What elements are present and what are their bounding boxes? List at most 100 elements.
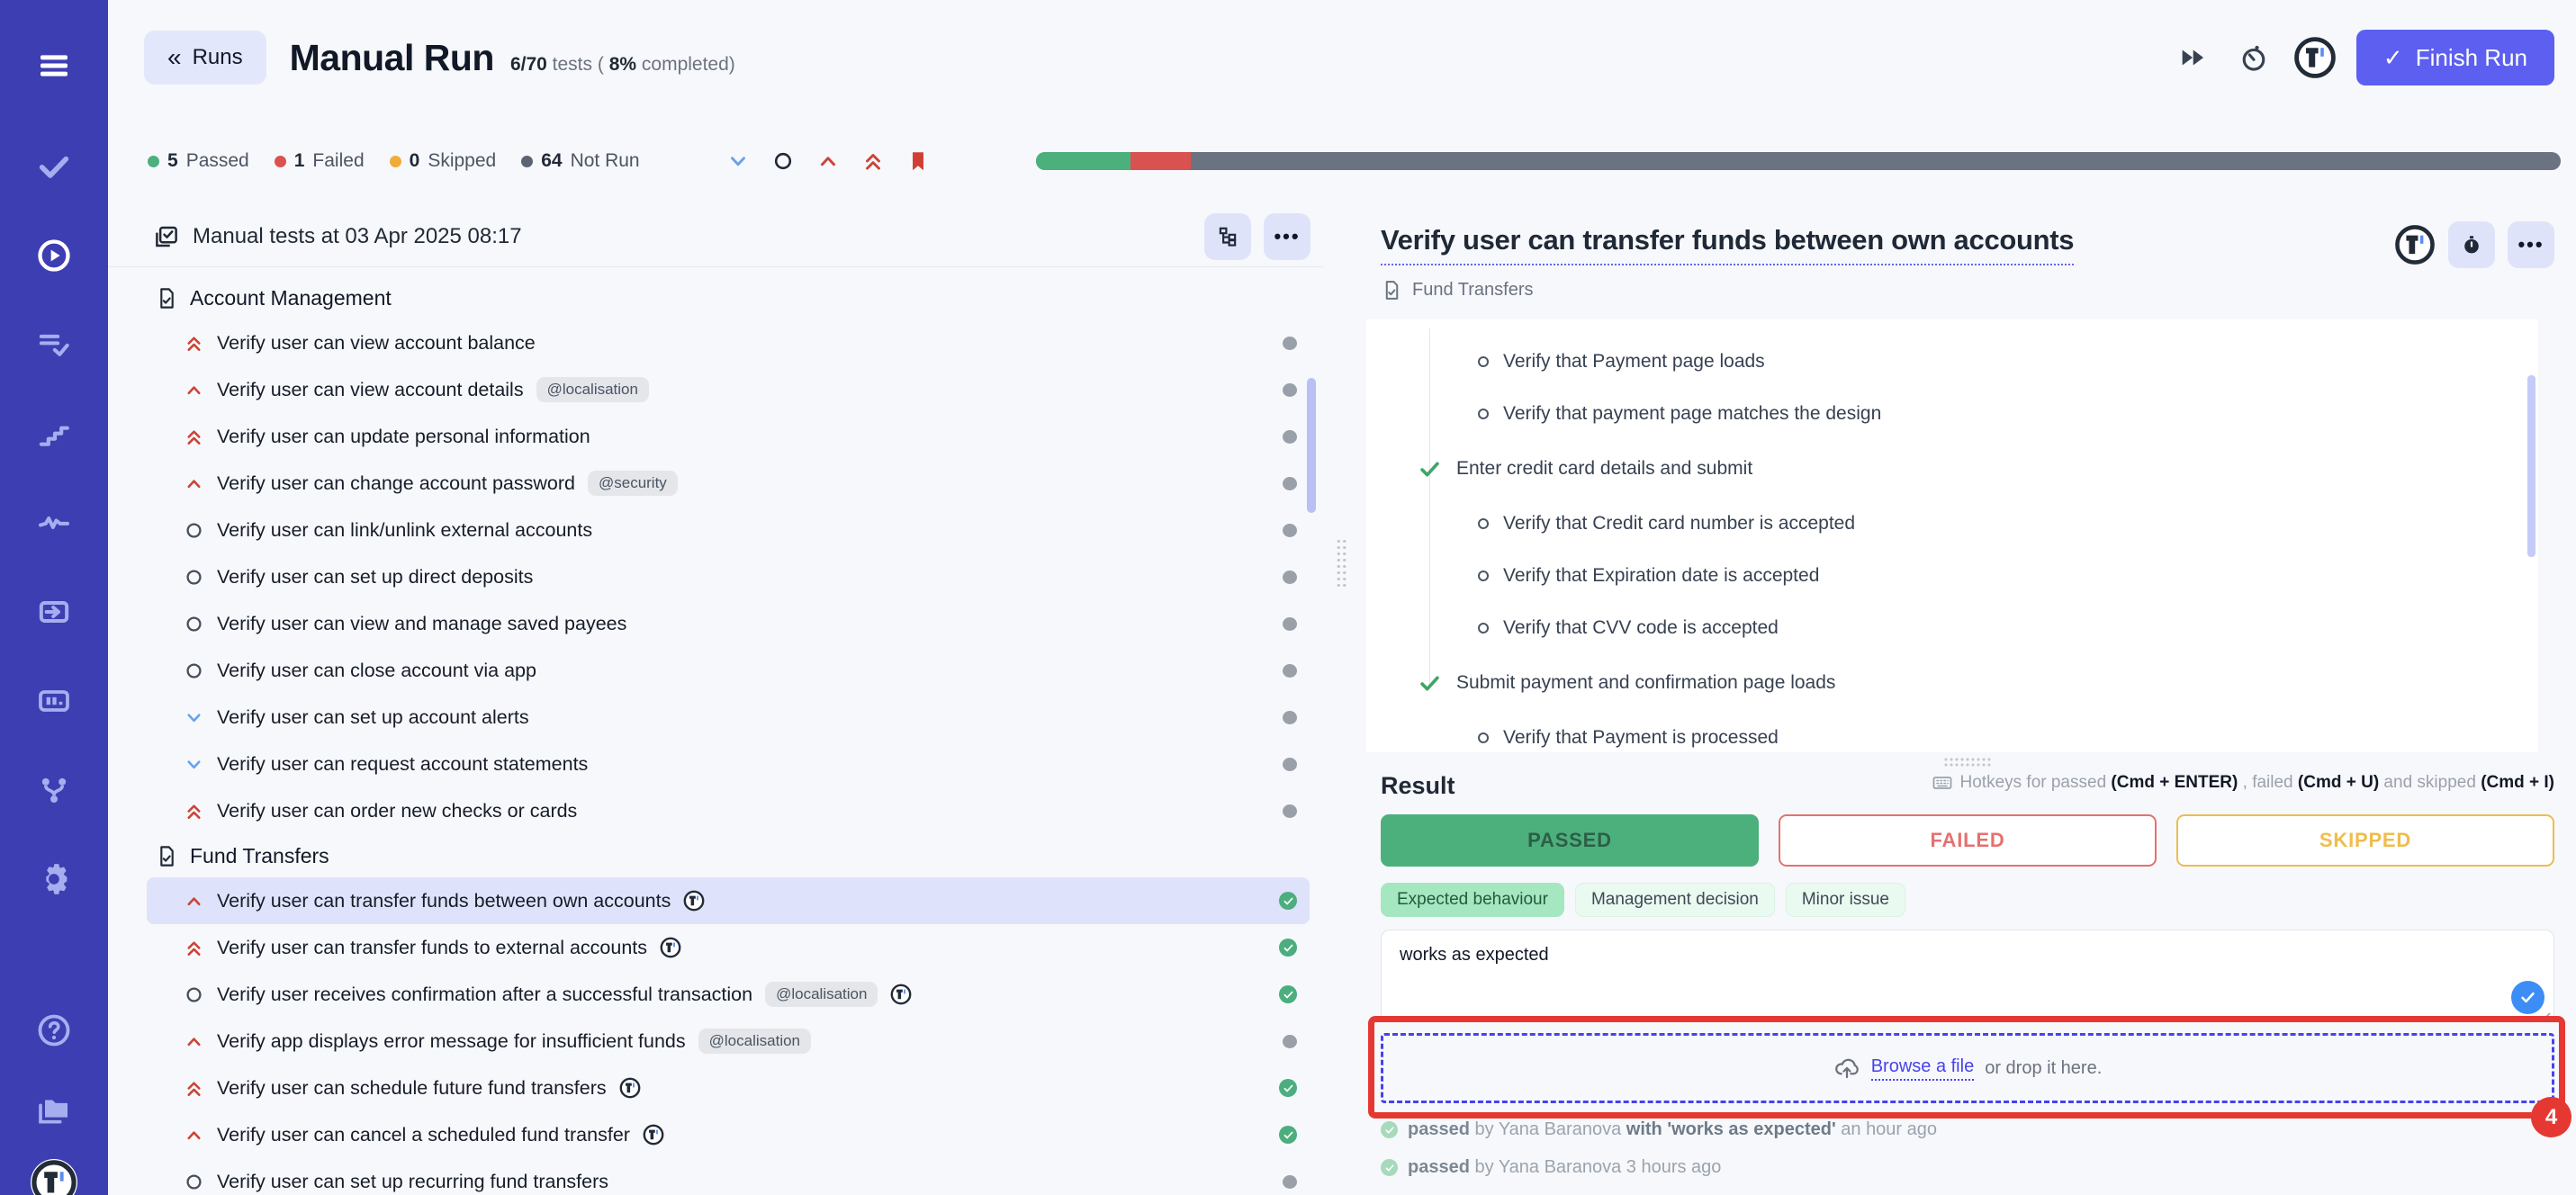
resize-corner-icon[interactable] bbox=[2538, 1008, 2551, 1020]
help-icon[interactable] bbox=[33, 1010, 75, 1051]
reports-icon[interactable] bbox=[33, 680, 75, 722]
menu-icon[interactable] bbox=[33, 45, 75, 86]
submit-comment-button[interactable] bbox=[2511, 981, 2544, 1014]
status-notrun-icon bbox=[1283, 383, 1297, 397]
list-more-button[interactable]: ••• bbox=[1264, 213, 1311, 260]
test-row-selected[interactable]: Verify user can transfer funds between o… bbox=[147, 877, 1310, 924]
filter-priority-high-icon[interactable] bbox=[816, 149, 840, 173]
run-progress-bar bbox=[1036, 152, 2561, 170]
history-entry: passed by Yana Baranova with 'works as e… bbox=[1381, 1119, 2554, 1140]
priority-highest-icon bbox=[184, 333, 204, 354]
priority-normal-icon bbox=[184, 1172, 204, 1192]
test-row[interactable]: Verify user can update personal informat… bbox=[147, 413, 1310, 460]
step-passed[interactable]: Enter credit card details and submit bbox=[1366, 440, 2538, 498]
test-row[interactable]: Verify user can link/unlink external acc… bbox=[147, 507, 1310, 553]
test-row[interactable]: Verify user can cancel a scheduled fund … bbox=[147, 1111, 1310, 1158]
panel-resize-handle[interactable] bbox=[1336, 538, 1347, 589]
filter-priority-low-icon[interactable] bbox=[726, 149, 750, 173]
tests-icon[interactable] bbox=[33, 146, 75, 187]
milestones-icon[interactable] bbox=[33, 413, 75, 454]
import-icon[interactable] bbox=[33, 591, 75, 633]
keyboard-icon bbox=[1932, 772, 1953, 794]
tree-view-button[interactable] bbox=[1204, 213, 1251, 260]
test-row[interactable]: Verify user can view account balance bbox=[147, 319, 1310, 366]
testomat-logo-icon bbox=[660, 937, 681, 958]
finish-run-button[interactable]: ✓ Finish Run bbox=[2356, 30, 2554, 85]
test-row[interactable]: Verify user can view and manage saved pa… bbox=[147, 600, 1310, 647]
fast-forward-icon[interactable] bbox=[2173, 38, 2212, 77]
status-notrun-icon bbox=[1283, 1175, 1297, 1189]
testomat-logo-icon[interactable] bbox=[31, 1159, 77, 1195]
annotation-badge: 4 bbox=[2531, 1097, 2571, 1137]
test-row[interactable]: Verify user can transfer funds to extern… bbox=[147, 924, 1310, 971]
test-plans-icon[interactable] bbox=[33, 324, 75, 365]
suite-header-fund-transfers[interactable]: Fund Transfers bbox=[147, 834, 1310, 877]
status-notrun-icon bbox=[1283, 571, 1297, 584]
projects-folder-icon[interactable] bbox=[33, 1091, 75, 1132]
app-sidebar bbox=[0, 0, 108, 1195]
substep-circle-icon bbox=[1478, 356, 1489, 367]
test-row[interactable]: Verify user can order new checks or card… bbox=[147, 787, 1310, 834]
testomat-logo-icon bbox=[643, 1124, 664, 1146]
step-substep[interactable]: Verify that Credit card number is accept… bbox=[1366, 498, 2538, 550]
steps-resize-handle[interactable] bbox=[1943, 757, 1992, 768]
status-notrun-icon bbox=[1283, 430, 1297, 444]
status-notrun-icon bbox=[1283, 758, 1297, 771]
analytics-pulse-icon[interactable] bbox=[33, 502, 75, 544]
file-dropzone[interactable]: Browse a file or drop it here. bbox=[1381, 1033, 2554, 1103]
back-to-runs-button[interactable]: « Runs bbox=[144, 31, 266, 85]
priority-high-icon bbox=[184, 380, 204, 400]
status-passed-icon bbox=[1279, 939, 1297, 957]
suite-header-account-management[interactable]: Account Management bbox=[147, 276, 1310, 319]
status-notrun-icon bbox=[1283, 1035, 1297, 1048]
step-check-icon bbox=[1418, 457, 1442, 481]
detail-more-button[interactable]: ••• bbox=[2508, 221, 2554, 268]
test-row[interactable]: Verify user can close account via app bbox=[147, 647, 1310, 694]
list-scrollbar[interactable] bbox=[1307, 378, 1316, 513]
tag-expected-behaviour[interactable]: Expected behaviour bbox=[1381, 883, 1564, 917]
test-row[interactable]: Verify user can set up account alerts bbox=[147, 694, 1310, 741]
suite-breadcrumb[interactable]: Fund Transfers bbox=[1381, 279, 2554, 301]
comment-input[interactable]: works as expected bbox=[1382, 930, 2553, 1021]
priority-low-icon bbox=[184, 754, 204, 775]
suite-file-icon bbox=[155, 844, 179, 868]
tag-management-decision[interactable]: Management decision bbox=[1575, 883, 1775, 917]
timer-button[interactable] bbox=[2448, 221, 2495, 268]
result-heading: Result bbox=[1381, 772, 1455, 800]
failed-button[interactable]: FAILED bbox=[1779, 814, 2157, 867]
test-row[interactable]: Verify app displays error message for in… bbox=[147, 1018, 1310, 1065]
filter-bookmark-icon[interactable] bbox=[906, 149, 930, 173]
step-substep[interactable]: Verify that Payment is processed bbox=[1366, 712, 2538, 752]
filter-priority-highest-icon[interactable] bbox=[861, 149, 885, 173]
tag-minor-issue[interactable]: Minor issue bbox=[1786, 883, 1905, 917]
step-substep[interactable]: Verify that payment page matches the des… bbox=[1366, 388, 2538, 440]
page-title: Manual Run bbox=[290, 37, 494, 79]
branches-icon[interactable] bbox=[33, 769, 75, 811]
test-detail-title[interactable]: Verify user can transfer funds between o… bbox=[1381, 224, 2074, 265]
priority-low-icon bbox=[184, 707, 204, 728]
test-row[interactable]: Verify user can set up direct deposits bbox=[147, 553, 1310, 600]
settings-gear-icon[interactable] bbox=[33, 858, 75, 900]
test-row[interactable]: Verify user can schedule future fund tra… bbox=[147, 1065, 1310, 1111]
suite-file-icon bbox=[155, 286, 179, 310]
step-substep[interactable]: Verify that Payment page loads bbox=[1366, 336, 2538, 388]
skipped-button[interactable]: SKIPPED bbox=[2176, 814, 2554, 867]
test-row[interactable]: Verify user can request account statemen… bbox=[147, 741, 1310, 787]
timer-icon[interactable] bbox=[2234, 38, 2274, 77]
browse-file-link[interactable]: Browse a file bbox=[1871, 1056, 1975, 1081]
priority-high-icon bbox=[184, 1031, 204, 1052]
runs-icon[interactable] bbox=[33, 235, 75, 276]
passed-dot-icon bbox=[148, 156, 159, 167]
step-substep[interactable]: Verify that Expiration date is accepted bbox=[1366, 550, 2538, 602]
attachment-upload-area: Browse a file or drop it here. 4 bbox=[1381, 1033, 2554, 1103]
test-row[interactable]: Verify user can set up recurring fund tr… bbox=[147, 1158, 1310, 1195]
passed-button[interactable]: PASSED bbox=[1381, 814, 1759, 867]
test-tag: @localisation bbox=[698, 1029, 811, 1054]
step-substep[interactable]: Verify that CVV code is accepted bbox=[1366, 602, 2538, 654]
filter-priority-normal-icon[interactable] bbox=[771, 149, 795, 173]
test-row[interactable]: Verify user can view account details @lo… bbox=[147, 366, 1310, 413]
test-row[interactable]: Verify user receives confirmation after … bbox=[147, 971, 1310, 1018]
test-list: Account Management Verify user can view … bbox=[108, 267, 1323, 1195]
step-passed[interactable]: Submit payment and confirmation page loa… bbox=[1366, 654, 2538, 712]
test-row[interactable]: Verify user can change account password … bbox=[147, 460, 1310, 507]
